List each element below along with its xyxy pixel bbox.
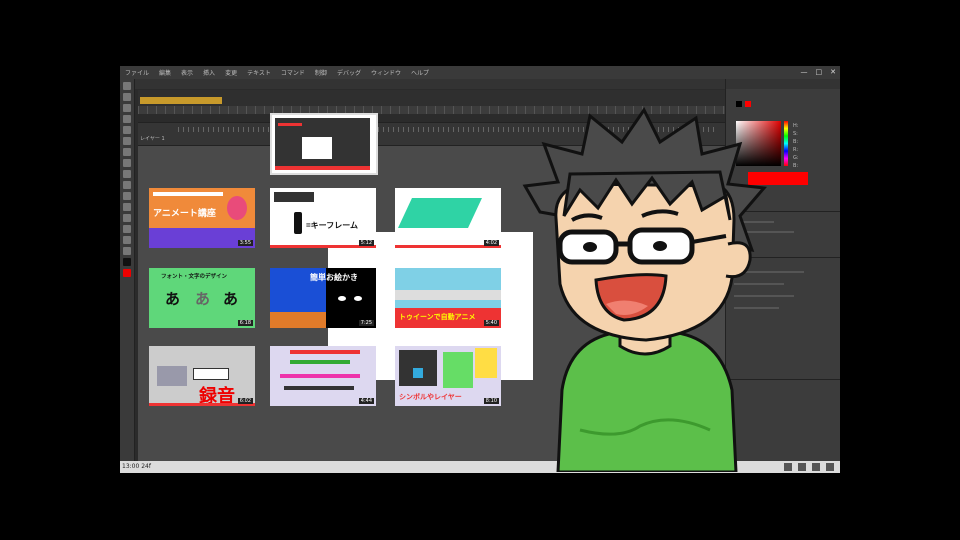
maximize-icon[interactable]: □ — [816, 68, 823, 76]
menu-insert[interactable]: 挿入 — [198, 68, 220, 77]
close-icon[interactable]: ✕ — [830, 68, 836, 76]
duration-badge: 3:55 — [237, 240, 253, 246]
tray-icon[interactable] — [784, 463, 792, 471]
duration-badge: 5:40 — [483, 320, 499, 326]
system-tray — [784, 463, 834, 471]
right-eye — [653, 241, 667, 251]
zoom-tool-icon[interactable] — [123, 247, 131, 255]
menu-help[interactable]: ヘルプ — [406, 68, 434, 77]
avatar — [227, 196, 247, 220]
character-illustration — [522, 107, 767, 472]
thumbnail-title: フォント・文字のデザイン — [161, 274, 228, 280]
green-field[interactable]: G: — [793, 155, 799, 161]
window-controls: — □ ✕ — [801, 68, 837, 76]
minimize-icon[interactable]: — — [801, 68, 808, 76]
menu-commands[interactable]: コマンド — [276, 68, 310, 77]
glyph-sample: あ — [223, 291, 239, 308]
tray-icon[interactable] — [826, 463, 834, 471]
video-thumbnail[interactable]: アニメート講座 3:55 — [149, 188, 255, 248]
thumbnail-title: トゥイーンで自動アニメ — [399, 314, 476, 321]
selection-tool-icon[interactable] — [123, 82, 131, 90]
rectangle-tool-icon[interactable] — [123, 159, 131, 167]
panel-header — [726, 79, 840, 89]
video-thumbnail[interactable]: =キーフレーム 5:12 — [270, 188, 376, 248]
menu-view[interactable]: 表示 — [176, 68, 198, 77]
video-thumbnail[interactable]: シンボルやレイヤー 8:10 — [395, 346, 501, 406]
lasso-tool-icon[interactable] — [123, 115, 131, 123]
duration-badge: 4:44 — [358, 398, 374, 404]
menu-file[interactable]: ファイル — [120, 68, 154, 77]
tab-bar — [120, 79, 725, 89]
status-text: 13:00 24f — [122, 463, 151, 470]
menu-text[interactable]: テキスト — [242, 68, 276, 77]
subselect-tool-icon[interactable] — [123, 93, 131, 101]
ear — [725, 241, 752, 279]
menu-bar: ファイル 編集 表示 挿入 変更 テキスト コマンド 制御 デバッグ ウィンドウ… — [120, 66, 840, 80]
eyedropper-icon[interactable] — [123, 214, 131, 222]
video-thumbnail[interactable]: 簡単お絵かき 7:25 — [270, 268, 376, 328]
red-field[interactable]: R: — [793, 147, 798, 153]
thumbnail-title: シンボルやレイヤー — [399, 394, 462, 401]
duration-badge: 6:18 — [237, 320, 253, 326]
video-thumbnail[interactable]: トゥイーンで自動アニメ 5:40 — [395, 268, 501, 328]
duration-badge: 7:25 — [358, 320, 374, 326]
duration-badge: 4:02 — [483, 240, 499, 246]
video-thumbnail[interactable]: 録音 6:02 — [149, 346, 255, 406]
menu-edit[interactable]: 編集 — [154, 68, 176, 77]
hand-tool-icon[interactable] — [123, 236, 131, 244]
fill-color-icon[interactable] — [123, 269, 131, 277]
paint-bucket-icon[interactable] — [123, 203, 131, 211]
eraser-icon[interactable] — [123, 225, 131, 233]
line-tool-icon[interactable] — [123, 148, 131, 156]
pencil-tool-icon[interactable] — [123, 170, 131, 178]
duration-badge: 8:10 — [483, 398, 499, 404]
duration-badge: 6:02 — [237, 398, 253, 404]
preview-progress — [275, 166, 370, 170]
menu-modify[interactable]: 変更 — [220, 68, 242, 77]
thumbnail-title: 簡単お絵かき — [310, 273, 358, 282]
preview-thumbnail[interactable] — [270, 113, 378, 175]
duration-badge: 5:12 — [358, 240, 374, 246]
tools-panel — [120, 79, 135, 464]
pen-tool-icon[interactable] — [123, 126, 131, 134]
thumbnail-title: =キーフレーム — [306, 221, 358, 230]
tray-icon[interactable] — [798, 463, 806, 471]
glyph-sample: あ — [165, 291, 181, 308]
brush-tool-icon[interactable] — [123, 181, 131, 189]
preview-caption — [278, 123, 302, 126]
hue-field[interactable]: H: — [793, 123, 798, 129]
transform-tool-icon[interactable] — [123, 104, 131, 112]
menu-control[interactable]: 制御 — [310, 68, 332, 77]
glyph-sample: あ — [195, 291, 211, 308]
preview-box — [302, 137, 332, 159]
menu-window[interactable]: ウィンドウ — [366, 68, 406, 77]
hue-slider[interactable] — [784, 121, 788, 166]
layer-label[interactable]: レイヤー 1 — [140, 135, 165, 142]
video-thumbnail[interactable]: 4:02 — [395, 188, 501, 248]
bone-tool-icon[interactable] — [123, 192, 131, 200]
menu-debug[interactable]: デバッグ — [332, 68, 366, 77]
blue-field[interactable]: B: — [793, 163, 798, 169]
video-thumbnail[interactable]: 4:44 — [270, 346, 376, 406]
left-eye — [583, 242, 597, 252]
stroke-color-icon[interactable] — [123, 258, 131, 266]
video-thumbnail[interactable]: フォント・文字のデザイン あ あ あ 6:18 — [149, 268, 255, 328]
thumbnail-title: アニメート講座 — [153, 208, 216, 218]
saturation-field[interactable]: S: — [793, 131, 798, 137]
brightness-field[interactable]: B: — [793, 139, 798, 145]
document-tab[interactable] — [140, 97, 222, 104]
text-tool-icon[interactable] — [123, 137, 131, 145]
tray-icon[interactable] — [812, 463, 820, 471]
